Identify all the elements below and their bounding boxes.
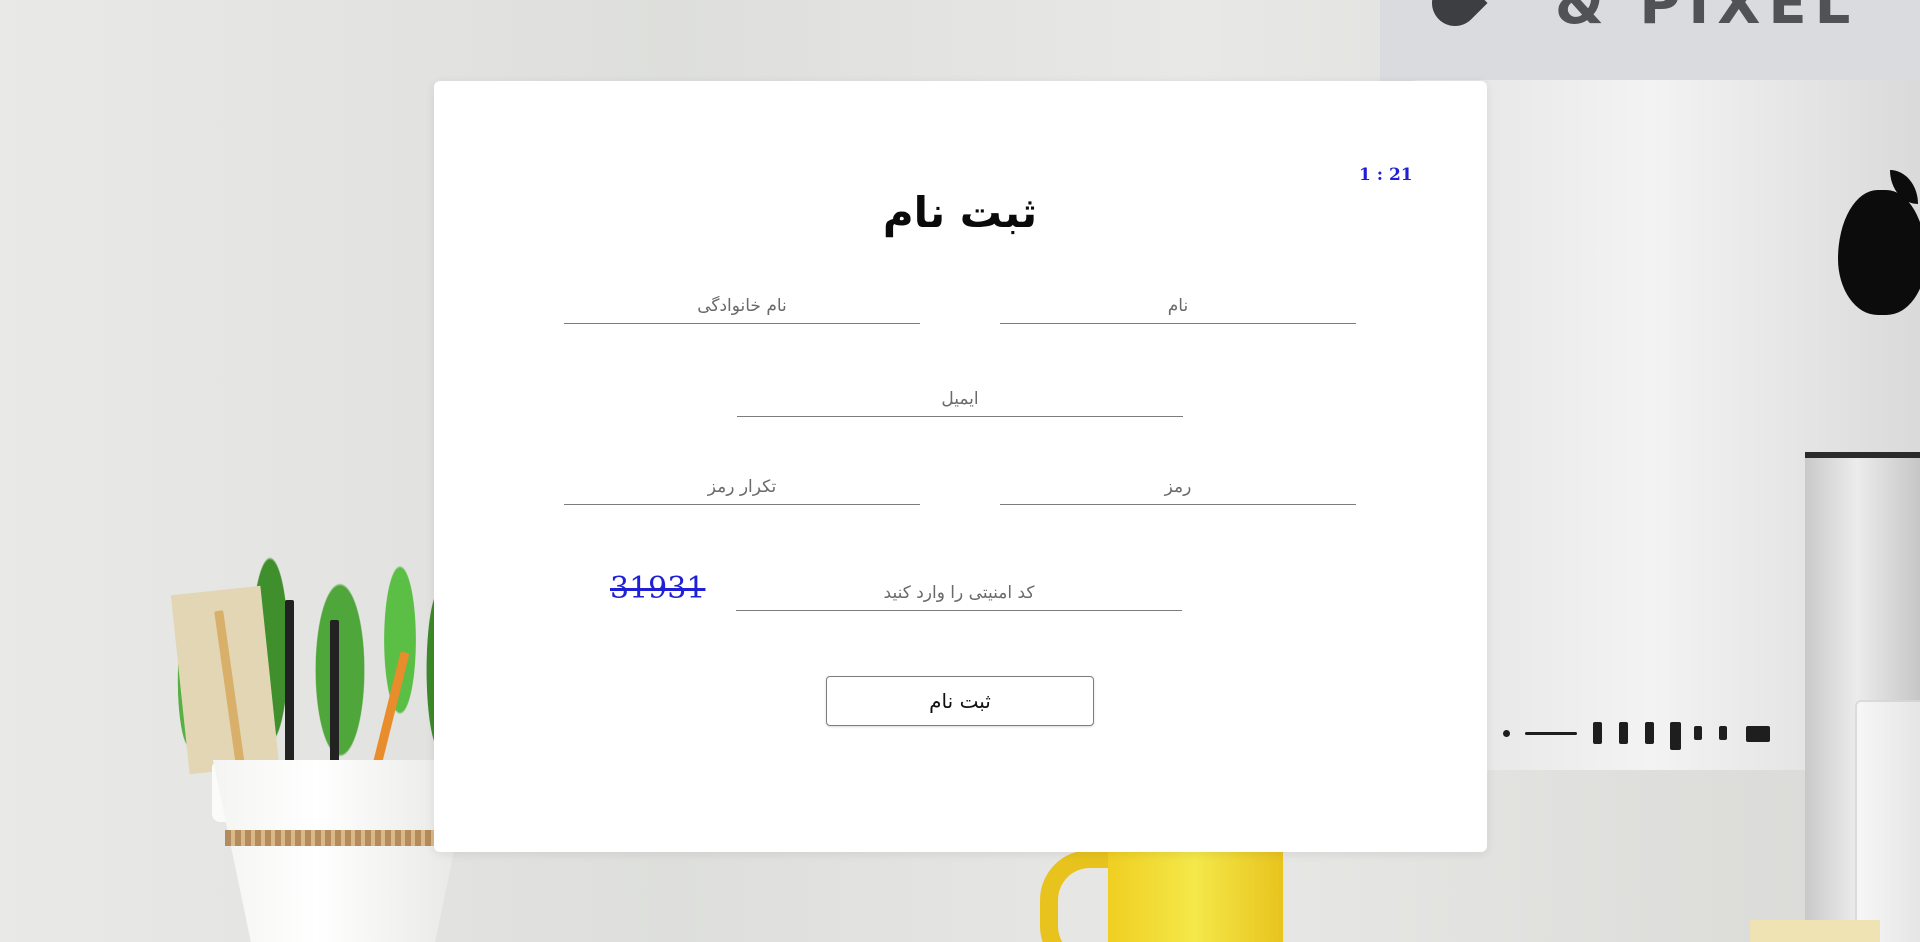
port (1645, 722, 1654, 744)
captcha-input[interactable] (736, 576, 1182, 611)
password-input[interactable] (1000, 470, 1356, 505)
monitor-ports (1500, 722, 1780, 750)
apple-logo (1838, 190, 1920, 315)
port (1746, 726, 1770, 742)
glass (1855, 700, 1920, 942)
pencil (285, 600, 294, 770)
last-name-input[interactable] (564, 289, 920, 324)
port (1619, 722, 1628, 744)
pot-twine (225, 830, 465, 846)
port (1503, 730, 1510, 737)
captcha-code: 31931 (610, 571, 706, 606)
page-title: ثبت نام (882, 188, 1038, 237)
wall-brand-text: & PIXEL (1555, 0, 1859, 37)
register-button[interactable]: ثبت نام (826, 676, 1094, 726)
email-input[interactable] (737, 382, 1183, 417)
port (1694, 726, 1702, 740)
first-name-input[interactable] (1000, 289, 1356, 324)
port (1670, 722, 1681, 750)
countdown-timer: 1 : 21 (1359, 165, 1413, 185)
book (1750, 920, 1880, 942)
port (1593, 722, 1602, 744)
port (1719, 726, 1727, 740)
port (1525, 732, 1577, 735)
password-repeat-input[interactable] (564, 470, 920, 505)
yellow-mug (1108, 850, 1283, 942)
